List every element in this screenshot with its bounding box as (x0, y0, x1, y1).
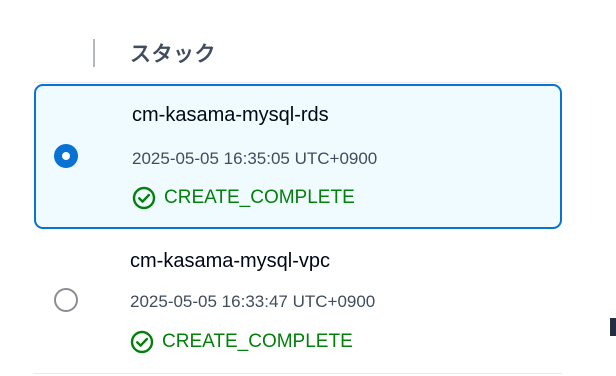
radio-checked-icon[interactable] (54, 144, 78, 168)
scrollbar-thumb[interactable] (610, 318, 616, 336)
stack-row-selected[interactable]: cm-kasama-mysql-rds 2025-05-05 16:35:05 … (34, 84, 562, 229)
radio-unchecked-icon[interactable] (54, 288, 78, 312)
table-bottom-divider (34, 373, 562, 374)
stack-name: cm-kasama-mysql-vpc (130, 250, 331, 272)
stack-list-panel: スタック cm-kasama-mysql-rds 2025-05-05 16:3… (0, 0, 616, 376)
column-resize-handle[interactable] (93, 39, 95, 67)
header-divider (34, 82, 562, 83)
stack-created-time: 2025-05-05 16:35:05 UTC+0900 (132, 149, 378, 168)
stack-row[interactable]: cm-kasama-mysql-vpc 2025-05-05 16:33:47 … (34, 230, 562, 374)
status-text: CREATE_COMPLETE (162, 331, 353, 352)
check-circle-icon (132, 186, 156, 210)
check-circle-icon (130, 330, 154, 354)
stack-name: cm-kasama-mysql-rds (132, 104, 329, 126)
status-text: CREATE_COMPLETE (164, 187, 355, 208)
stack-created-time: 2025-05-05 16:33:47 UTC+0900 (130, 292, 376, 311)
column-header-stacks[interactable]: スタック (130, 38, 216, 68)
stack-status: CREATE_COMPLETE (130, 330, 353, 354)
stack-status: CREATE_COMPLETE (132, 186, 355, 210)
